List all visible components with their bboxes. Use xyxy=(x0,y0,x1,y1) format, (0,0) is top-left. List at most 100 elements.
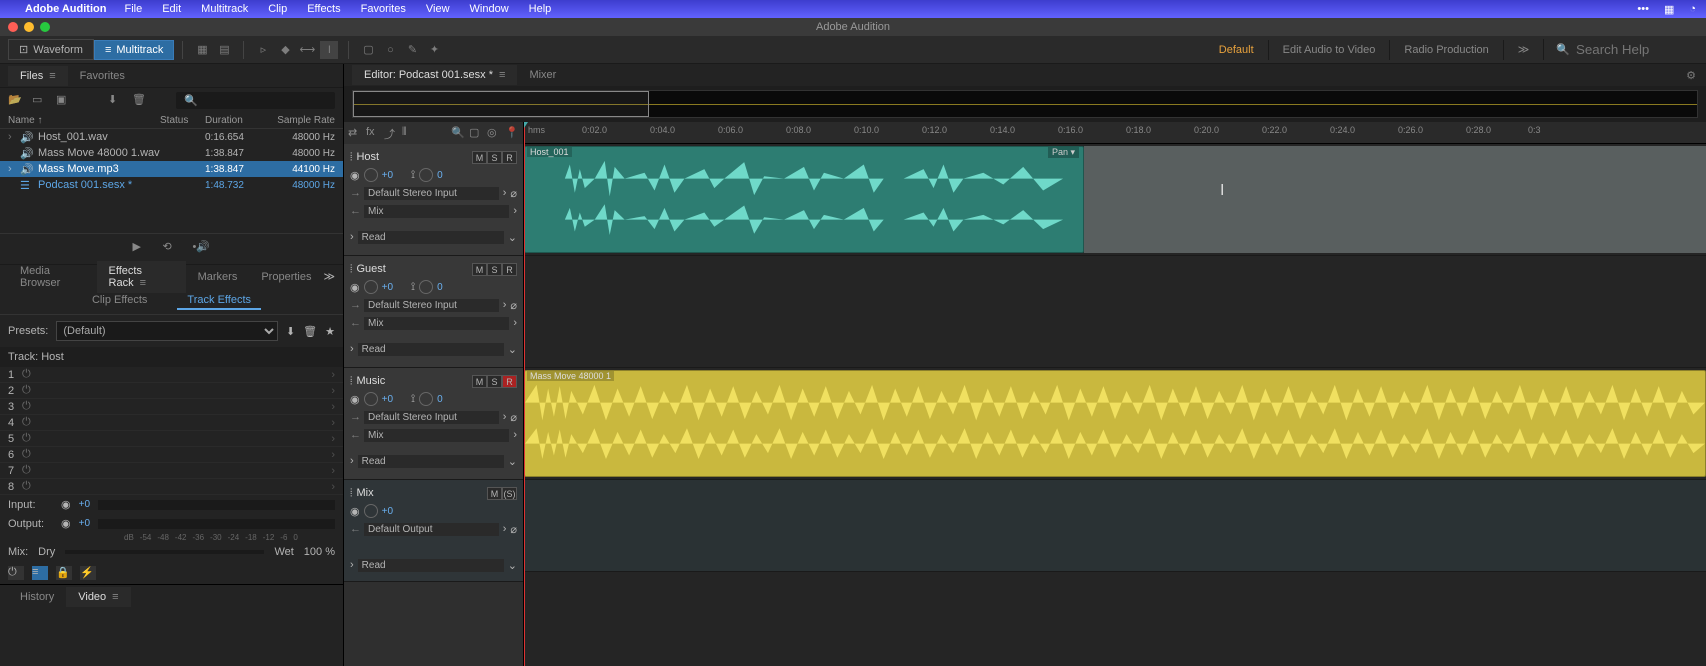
zoom-icon[interactable]: ▢ xyxy=(469,126,483,140)
app-name[interactable]: Adobe Audition xyxy=(25,3,106,15)
menu-file[interactable]: File xyxy=(124,3,142,15)
mute-button[interactable]: M xyxy=(487,487,502,500)
pan-knob[interactable] xyxy=(419,168,433,182)
zoom-button[interactable] xyxy=(40,22,50,32)
record-icon[interactable]: ▭ xyxy=(32,93,48,109)
fx-slot[interactable]: 1⏻› xyxy=(0,367,343,383)
col-status[interactable]: Status xyxy=(160,115,205,126)
clip-music[interactable]: Mass Move 48000 1 xyxy=(524,370,1706,477)
track-header-music[interactable]: ⦙MusicMSR ◉+0⟟0 →Default Stereo Input›⌀ … xyxy=(344,368,523,480)
playhead[interactable] xyxy=(524,122,525,666)
track-output[interactable]: Mix xyxy=(364,429,509,442)
video-tab[interactable]: Video≡ xyxy=(66,587,130,607)
razor-tool-icon[interactable]: ◆ xyxy=(276,41,294,59)
workspace-default[interactable]: Default xyxy=(1205,40,1269,60)
favorites-tab[interactable]: Favorites xyxy=(68,66,137,86)
solo-button[interactable]: S xyxy=(487,151,502,164)
volume-knob[interactable] xyxy=(364,392,378,406)
track-output[interactable]: Mix xyxy=(364,205,509,218)
play-button[interactable]: ▶ xyxy=(133,240,151,258)
fx-slot[interactable]: 5⏻› xyxy=(0,431,343,447)
search-help[interactable]: 🔍 xyxy=(1544,42,1698,57)
volume-knob[interactable] xyxy=(364,504,378,518)
auto-play-button[interactable]: •🔊 xyxy=(193,240,211,258)
volume-knob[interactable] xyxy=(364,280,378,294)
track-lane-mix[interactable] xyxy=(524,480,1706,572)
track-lane-host[interactable]: Host_001 Pan ▾ I xyxy=(524,144,1706,256)
insert-icon[interactable]: ⬇ xyxy=(108,93,124,109)
file-row[interactable]: 🔊Mass Move 48000 1.wav1:38.84748000 Hz xyxy=(0,145,343,161)
waveform-mode-button[interactable]: ⊡ Waveform xyxy=(8,39,94,60)
track-header-guest[interactable]: ⦙GuestMSR ◉+0⟟0 →Default Stereo Input›⌀ … xyxy=(344,256,523,368)
track-input[interactable]: Default Stereo Input xyxy=(364,187,499,200)
track-handle-icon[interactable]: ⦙ xyxy=(350,151,352,164)
track-lane-guest[interactable] xyxy=(524,256,1706,368)
time-ruler[interactable]: hms 0:02.0 0:04.0 0:06.0 0:08.0 0:10.0 0… xyxy=(524,122,1706,144)
toggle-sends-icon[interactable]: ⤴ xyxy=(384,126,398,140)
track-input[interactable]: Default Stereo Input xyxy=(364,299,499,312)
fx-slot[interactable]: 7⏻› xyxy=(0,463,343,479)
move-tool-icon[interactable]: ▹ xyxy=(254,41,272,59)
menu-edit[interactable]: Edit xyxy=(162,3,181,15)
menu-view[interactable]: View xyxy=(426,3,450,15)
panel-overflow-icon[interactable]: ≫ xyxy=(323,270,335,283)
favorite-preset-icon[interactable]: ★ xyxy=(325,325,335,338)
automation-mode[interactable]: Read xyxy=(358,231,504,244)
config-icon[interactable]: ⌀ xyxy=(510,411,517,424)
loop-button[interactable]: ⟲ xyxy=(163,240,181,258)
history-tab[interactable]: History xyxy=(8,587,66,607)
fx-prefader-toggle[interactable]: ≡ xyxy=(32,566,48,580)
save-preset-icon[interactable]: ⬇ xyxy=(286,325,295,338)
menu-window[interactable]: Window xyxy=(470,3,509,15)
toggle-inputs-icon[interactable]: ⇄ xyxy=(348,126,362,140)
overview-navigator[interactable] xyxy=(352,90,1698,118)
record-button[interactable]: R xyxy=(502,151,517,164)
pan-knob[interactable] xyxy=(419,392,433,406)
track-output[interactable]: Default Output xyxy=(364,523,499,536)
healing-tool-icon[interactable]: ✦ xyxy=(425,41,443,59)
col-name[interactable]: Name ↑ xyxy=(8,115,160,126)
spectral-pitch-icon[interactable]: ▤ xyxy=(215,41,233,59)
volume-knob[interactable] xyxy=(364,168,378,182)
search-tracks-icon[interactable]: 🔍 xyxy=(451,126,465,140)
fx-lock-toggle[interactable]: 🔒 xyxy=(56,566,72,580)
markers-tab[interactable]: Markers xyxy=(186,267,250,287)
file-row[interactable]: ›🔊Mass Move.mp31:38.84744100 Hz xyxy=(0,161,343,177)
automation-mode[interactable]: Read xyxy=(358,455,504,468)
track-handle-icon[interactable]: ⦙ xyxy=(350,375,352,388)
track-header-host[interactable]: ⦙HostMSR ◉+0⟟0 →Default Stereo Input›⌀ ←… xyxy=(344,144,523,256)
mute-button[interactable]: M xyxy=(472,151,487,164)
fx-slot[interactable]: 6⏻› xyxy=(0,447,343,463)
config-icon[interactable]: ⌀ xyxy=(510,523,517,536)
slip-tool-icon[interactable]: ⟷ xyxy=(298,41,316,59)
brush-tool-icon[interactable]: ✎ xyxy=(403,41,421,59)
open-file-icon[interactable]: 📂 xyxy=(8,93,24,109)
clip-effects-tab[interactable]: Clip Effects xyxy=(82,292,157,310)
fx-slot[interactable]: 2⏻› xyxy=(0,383,343,399)
editor-tab[interactable]: Editor: Podcast 001.sesx *≡ xyxy=(352,65,517,85)
search-input[interactable] xyxy=(1576,42,1686,57)
file-row[interactable]: ☰Podcast 001.sesx *1:48.73248000 Hz xyxy=(0,177,343,193)
clip-host[interactable]: Host_001 Pan ▾ xyxy=(524,146,1084,253)
add-track-icon[interactable]: ◎ xyxy=(487,126,501,140)
fx-power-toggle[interactable]: ⏻ xyxy=(8,566,24,580)
col-rate[interactable]: Sample Rate xyxy=(265,115,335,126)
col-duration[interactable]: Duration xyxy=(205,115,265,126)
fx-slot[interactable]: 4⏻› xyxy=(0,415,343,431)
close-button[interactable] xyxy=(8,22,18,32)
automation-mode[interactable]: Read xyxy=(358,343,504,356)
mute-button[interactable]: M xyxy=(472,263,487,276)
fx-slot[interactable]: 3⏻› xyxy=(0,399,343,415)
time-select-tool-icon[interactable]: I xyxy=(320,41,338,59)
track-lane-music[interactable]: Mass Move 48000 1 xyxy=(524,368,1706,480)
solo-button[interactable]: S xyxy=(487,263,502,276)
minimize-button[interactable] xyxy=(24,22,34,32)
track-handle-icon[interactable]: ⦙ xyxy=(350,263,352,276)
sync-icon[interactable]: ◔ xyxy=(1689,3,1696,16)
menu-clip[interactable]: Clip xyxy=(268,3,287,15)
record-button[interactable]: R xyxy=(502,263,517,276)
fx-render-toggle[interactable]: ⚡ xyxy=(80,566,96,580)
overview-selection[interactable] xyxy=(353,91,649,117)
delete-preset-icon[interactable]: 🗑 xyxy=(303,325,317,338)
pan-knob[interactable] xyxy=(419,280,433,294)
